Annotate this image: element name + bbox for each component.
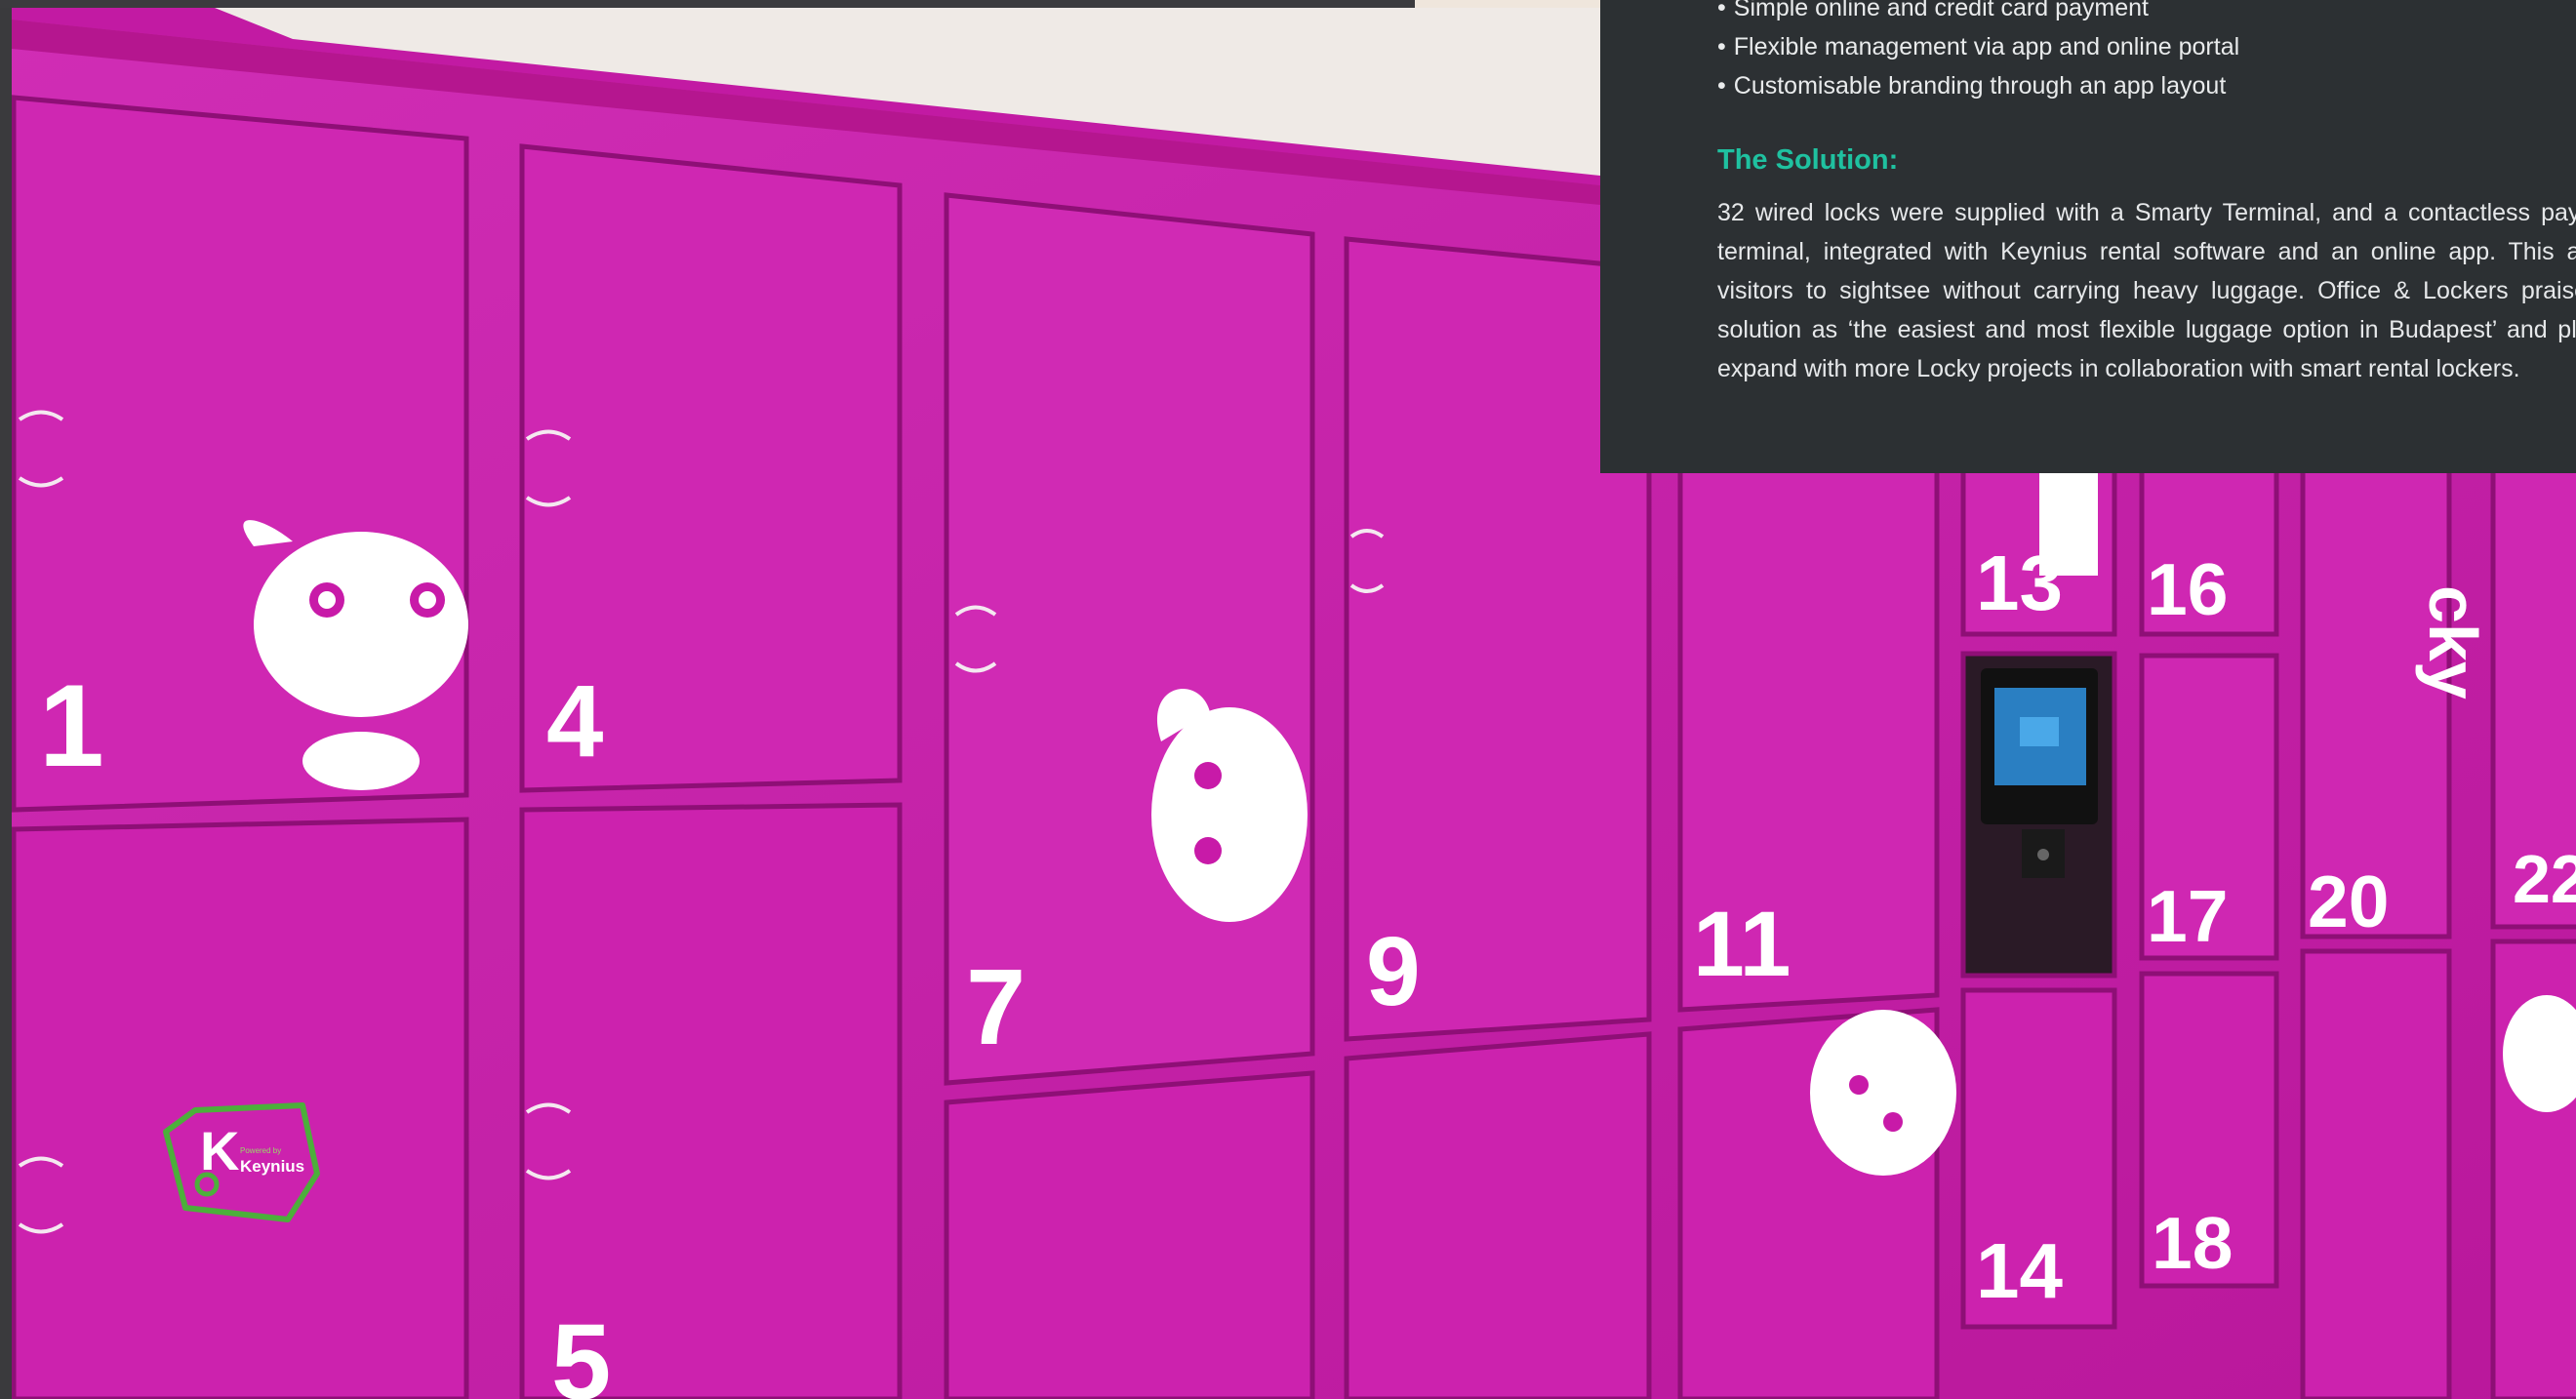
- locker-number-14: 14: [1976, 1227, 2063, 1314]
- solution-info-panel: Simple online and credit card payment Fl…: [1600, 0, 2576, 473]
- locky-brand-text: cky: [2415, 585, 2491, 700]
- locker-number-17: 17: [2147, 875, 2228, 957]
- locker-number-18: 18: [2152, 1202, 2233, 1284]
- feature-item: Flexible management via app and online p…: [1717, 27, 2576, 66]
- locker-number-7: 7: [966, 947, 1026, 1067]
- locker-number-1: 1: [39, 660, 104, 791]
- solution-paragraph: 32 wired locks were supplied with a Smar…: [1717, 199, 2576, 382]
- locker-number-13: 13: [1976, 540, 2063, 626]
- keynius-logo-letter: K: [200, 1120, 240, 1181]
- locker-number-4: 4: [546, 664, 603, 779]
- locker-number-11: 11: [1693, 893, 1791, 996]
- left-edge: [0, 0, 12, 1399]
- locker-number-9: 9: [1366, 917, 1421, 1026]
- feature-item: Customisable branding through an app lay…: [1717, 66, 2576, 105]
- keynius-powered-by: Powered by: [240, 1146, 282, 1155]
- feature-list: Simple online and credit card payment Fl…: [1717, 0, 2576, 105]
- feature-item: Simple online and credit card payment: [1717, 0, 2576, 27]
- top-dark-bar: [0, 0, 1415, 8]
- locker-number-16: 16: [2147, 548, 2228, 630]
- locker-number-22: 22: [2513, 841, 2576, 917]
- keynius-name: Keynius: [240, 1157, 305, 1176]
- locker-number-20: 20: [2308, 860, 2389, 942]
- top-light-bar: [1415, 0, 1610, 8]
- locker-number-5: 5: [551, 1302, 611, 1399]
- solution-heading: The Solution:: [1717, 144, 1899, 176]
